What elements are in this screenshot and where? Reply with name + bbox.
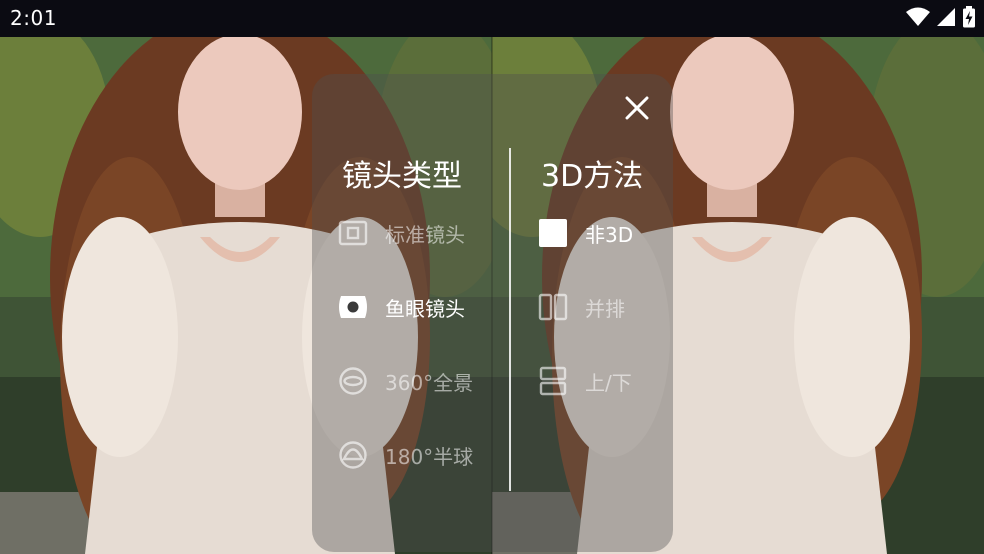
- mode-option-label: 并排: [585, 296, 625, 321]
- lens-option-360[interactable]: 360°全景: [338, 363, 473, 399]
- lens-option-label: 180°半球: [385, 444, 474, 469]
- lens-option-180[interactable]: 180°半球: [338, 437, 473, 473]
- lens-option-label: 标准镜头: [385, 222, 465, 247]
- mode-option-top-bottom[interactable]: 上/下: [538, 363, 632, 399]
- wifi-icon: [906, 7, 930, 27]
- non-3d-icon: [538, 218, 568, 248]
- battery-charging-icon: [962, 6, 976, 28]
- status-icons: [906, 6, 976, 28]
- panorama-360-icon: [338, 366, 368, 396]
- column-divider: [509, 148, 511, 491]
- side-by-side-icon: [538, 292, 568, 322]
- mode-option-label: 非3D: [585, 222, 634, 247]
- video-stage[interactable]: [0, 37, 984, 554]
- standard-lens-icon: [338, 218, 368, 248]
- 3d-method-title: 3D方法: [541, 159, 644, 194]
- lens-option-fisheye[interactable]: 鱼眼镜头: [338, 289, 465, 325]
- lens-option-label: 鱼眼镜头: [385, 296, 465, 321]
- close-button[interactable]: [622, 95, 652, 125]
- hemisphere-180-icon: [338, 440, 368, 470]
- lens-option-label: 360°全景: [385, 370, 474, 395]
- top-bottom-icon: [538, 366, 568, 396]
- mode-option-non-3d[interactable]: 非3D: [538, 215, 633, 251]
- status-bar: 2:01: [0, 0, 984, 37]
- signal-icon: [936, 7, 956, 27]
- fisheye-lens-icon: [338, 292, 368, 322]
- close-icon: [624, 95, 650, 125]
- mode-option-label: 上/下: [585, 370, 632, 395]
- lens-type-title: 镜头类型: [342, 159, 462, 194]
- status-time: 2:01: [10, 6, 57, 30]
- lens-option-standard[interactable]: 标准镜头: [338, 215, 465, 251]
- mode-option-side-by-side[interactable]: 并排: [538, 289, 625, 325]
